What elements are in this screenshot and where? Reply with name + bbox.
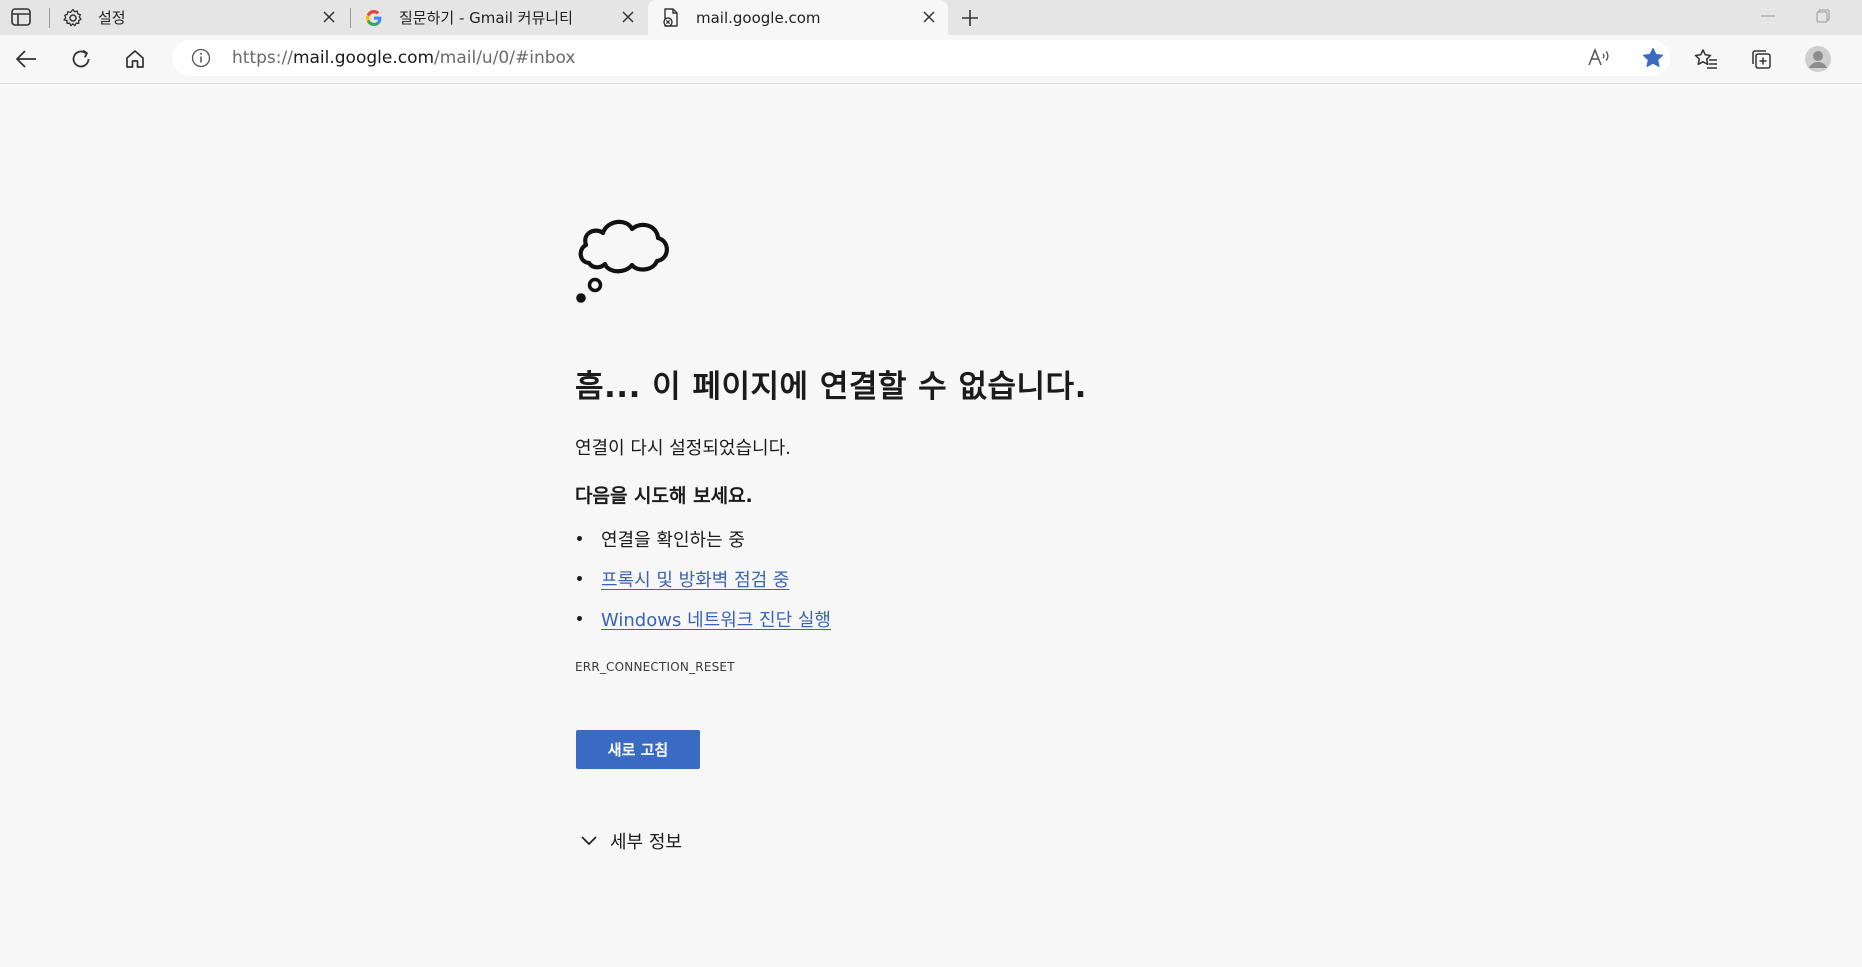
browser-toolbar: https://mail.google.com/mail/u/0/#inbox [0,35,1862,84]
bullet [577,616,582,621]
url-path: /mail/u/0/#inbox [434,48,576,68]
details-label: 세부 정보 [610,832,682,853]
chevron-down-icon [579,831,599,851]
close-tab-icon[interactable] [920,8,938,26]
collections-icon[interactable] [1744,44,1778,74]
url-text[interactable]: https://mail.google.com/mail/u/0/#inbox [232,48,575,68]
tab-gmail-community[interactable]: 질문하기 - Gmail 커뮤니티 [351,0,647,35]
tab-mail-google[interactable]: mail.google.com [648,0,948,35]
suggestion-network-diagnostics: Windows 네트워크 진단 실행 [575,606,831,646]
google-g-icon [363,7,385,29]
tab-strip: 설정 질문하기 - Gmail 커뮤니티 mail.google.com [0,0,1862,35]
tab-title: 설정 [98,9,126,27]
bullet [577,576,582,581]
read-aloud-icon[interactable] [1586,47,1612,69]
minimize-icon[interactable] [1748,4,1788,28]
site-info-icon[interactable] [191,48,211,68]
url-host: mail.google.com [292,48,435,68]
close-tab-icon[interactable] [619,8,637,26]
error-subtext: 연결이 다시 설정되었습니다. [575,438,791,459]
favorites-icon[interactable] [1689,44,1723,74]
suggestion-proxy-firewall: 프록시 및 방화벽 점검 중 [575,566,831,606]
bullet [577,536,582,541]
profile-avatar-icon[interactable] [1801,44,1835,74]
home-icon[interactable] [118,44,152,74]
url-scheme: https:// [232,48,293,68]
suggestion-text: 연결을 확인하는 중 [601,530,745,551]
broken-page-icon [660,7,682,29]
thought-cloud-icon [575,208,671,312]
error-headline: 흠... 이 페이지에 연결할 수 없습니다. [575,369,1087,405]
close-tab-icon[interactable] [320,8,338,26]
refresh-icon[interactable] [64,44,98,74]
try-heading: 다음을 시도해 보세요. [575,485,753,507]
proxy-firewall-link[interactable]: 프록시 및 방화벽 점검 중 [601,570,790,591]
favorite-star-icon[interactable] [1640,46,1666,70]
tab-settings[interactable]: 설정 [50,0,348,35]
tab-title: mail.google.com [696,8,821,27]
new-tab-icon[interactable] [956,4,984,31]
error-code: ERR_CONNECTION_RESET [575,660,735,674]
gear-icon [62,7,84,29]
restore-icon[interactable] [1803,4,1843,28]
back-arrow-icon[interactable] [9,44,43,74]
suggestion-list: 연결을 확인하는 중 프록시 및 방화벽 점검 중 Windows 네트워크 진… [575,526,831,646]
tab-actions-icon[interactable] [9,6,33,28]
details-toggle[interactable]: 세부 정보 [579,828,682,854]
tab-title: 질문하기 - Gmail 커뮤니티 [399,9,573,27]
reload-button[interactable]: 새로 고침 [576,730,700,769]
suggestion-check-connection: 연결을 확인하는 중 [575,526,831,566]
address-bar[interactable]: https://mail.google.com/mail/u/0/#inbox [172,40,1670,76]
network-diagnostics-link[interactable]: Windows 네트워크 진단 실행 [601,610,831,631]
